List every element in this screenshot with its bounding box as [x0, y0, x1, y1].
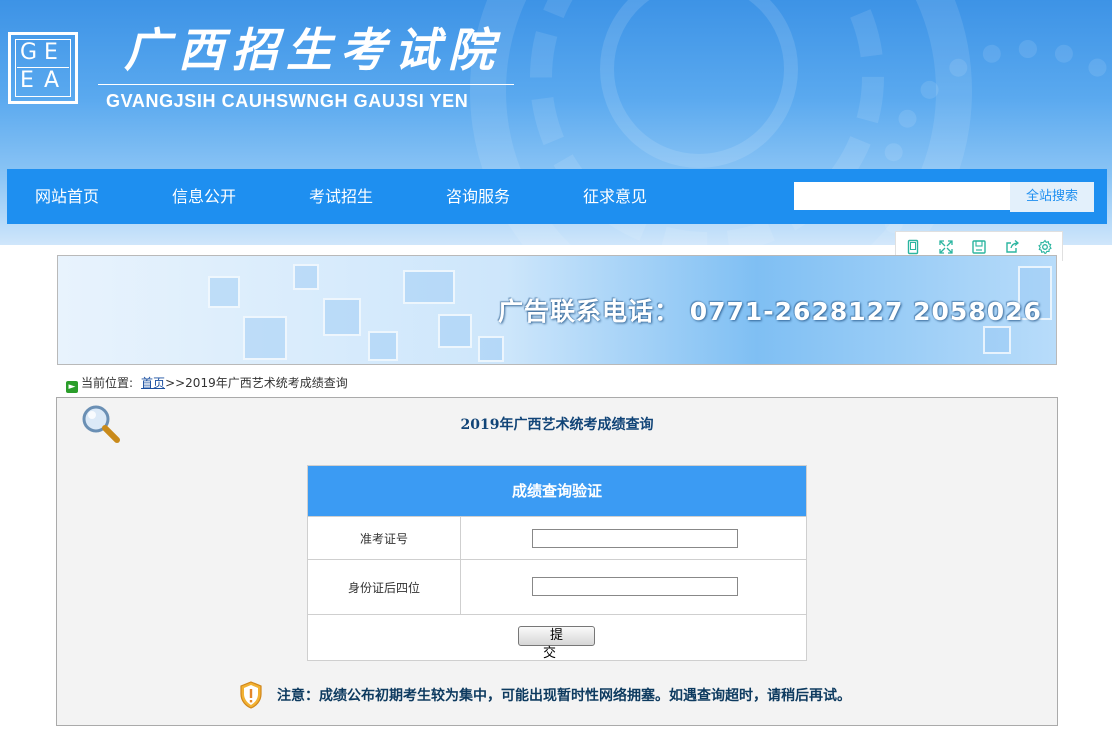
- nav-item-home[interactable]: 网站首页: [35, 169, 99, 224]
- breadcrumb-current: >>2019年广西艺术统考成绩查询: [165, 376, 348, 390]
- form-row: 准考证号: [308, 516, 806, 560]
- logo-letter: E: [44, 40, 58, 65]
- submit-button[interactable]: 提 交: [518, 626, 595, 661]
- form-row: 身份证后四位: [308, 559, 806, 615]
- page-title: 2019年广西艺术统考成绩查询: [460, 417, 654, 433]
- nav-item-exam-admission[interactable]: 考试招生: [309, 169, 373, 224]
- logo-letter: E: [20, 68, 34, 93]
- banner-tile: [243, 316, 287, 360]
- ad-banner[interactable]: 广告联系电话： 0771-2628127 2058026: [57, 255, 1057, 365]
- banner-tile: [323, 298, 361, 336]
- notice-text: 注意：成绩公布初期考生较为集中，可能出现暂时性网络拥塞。如遇查询超时，请稍后再试…: [277, 688, 851, 704]
- site-title: 广西招生考试院: [124, 23, 502, 77]
- banner-tile: [438, 314, 472, 348]
- main-nav: 网站首页 信息公开 考试招生 咨询服务 征求意见 全站搜索: [7, 169, 1107, 224]
- form-heading: 成绩查询验证: [308, 466, 806, 516]
- banner-text: 广告联系电话： 0771-2628127 2058026: [498, 297, 1042, 326]
- banner-tile: [368, 331, 398, 361]
- banner-tile: [208, 276, 240, 308]
- site-logo[interactable]: G E E A: [8, 32, 78, 104]
- admission-number-input[interactable]: [532, 529, 738, 548]
- verification-form: 成绩查询验证 准考证号 身份证后四位 提 交: [307, 465, 807, 661]
- logo-letter: G: [20, 40, 38, 65]
- site-subtitle: GVANGJSIH CAUHSWNGH GAUJSI YEN: [106, 91, 469, 111]
- admission-number-label: 准考证号: [308, 517, 461, 560]
- warning-shield-icon: [240, 681, 262, 709]
- logo-letter: A: [44, 68, 60, 93]
- banner-tile: [403, 270, 455, 304]
- breadcrumb-prefix: 当前位置:: [81, 376, 134, 390]
- banner-tile: [293, 264, 319, 290]
- site-search-button[interactable]: 全站搜索: [1010, 182, 1094, 212]
- score-query-panel: 2019年广西艺术统考成绩查询 成绩查询验证 准考证号 身份证后四位 提 交 注…: [56, 397, 1058, 726]
- nav-item-info-public[interactable]: 信息公开: [172, 169, 236, 224]
- arrow-right-icon: ►: [66, 381, 78, 393]
- id-last-four-input[interactable]: [532, 577, 738, 596]
- notice: 注意：成绩公布初期考生较为集中，可能出现暂时性网络拥塞。如遇查询超时，请稍后再试…: [239, 681, 899, 709]
- nav-item-consult-service[interactable]: 咨询服务: [446, 169, 510, 224]
- title-underline: [98, 84, 514, 85]
- id-last-four-label: 身份证后四位: [308, 560, 461, 615]
- banner-tile: [983, 326, 1011, 354]
- nav-item-feedback[interactable]: 征求意见: [583, 169, 647, 224]
- breadcrumb-home-link[interactable]: 首页: [141, 376, 165, 390]
- banner-tile: [478, 336, 504, 362]
- breadcrumb: ► 当前位置: 首页>>2019年广西艺术统考成绩查询: [66, 375, 348, 393]
- site-search-input[interactable]: [794, 182, 1022, 210]
